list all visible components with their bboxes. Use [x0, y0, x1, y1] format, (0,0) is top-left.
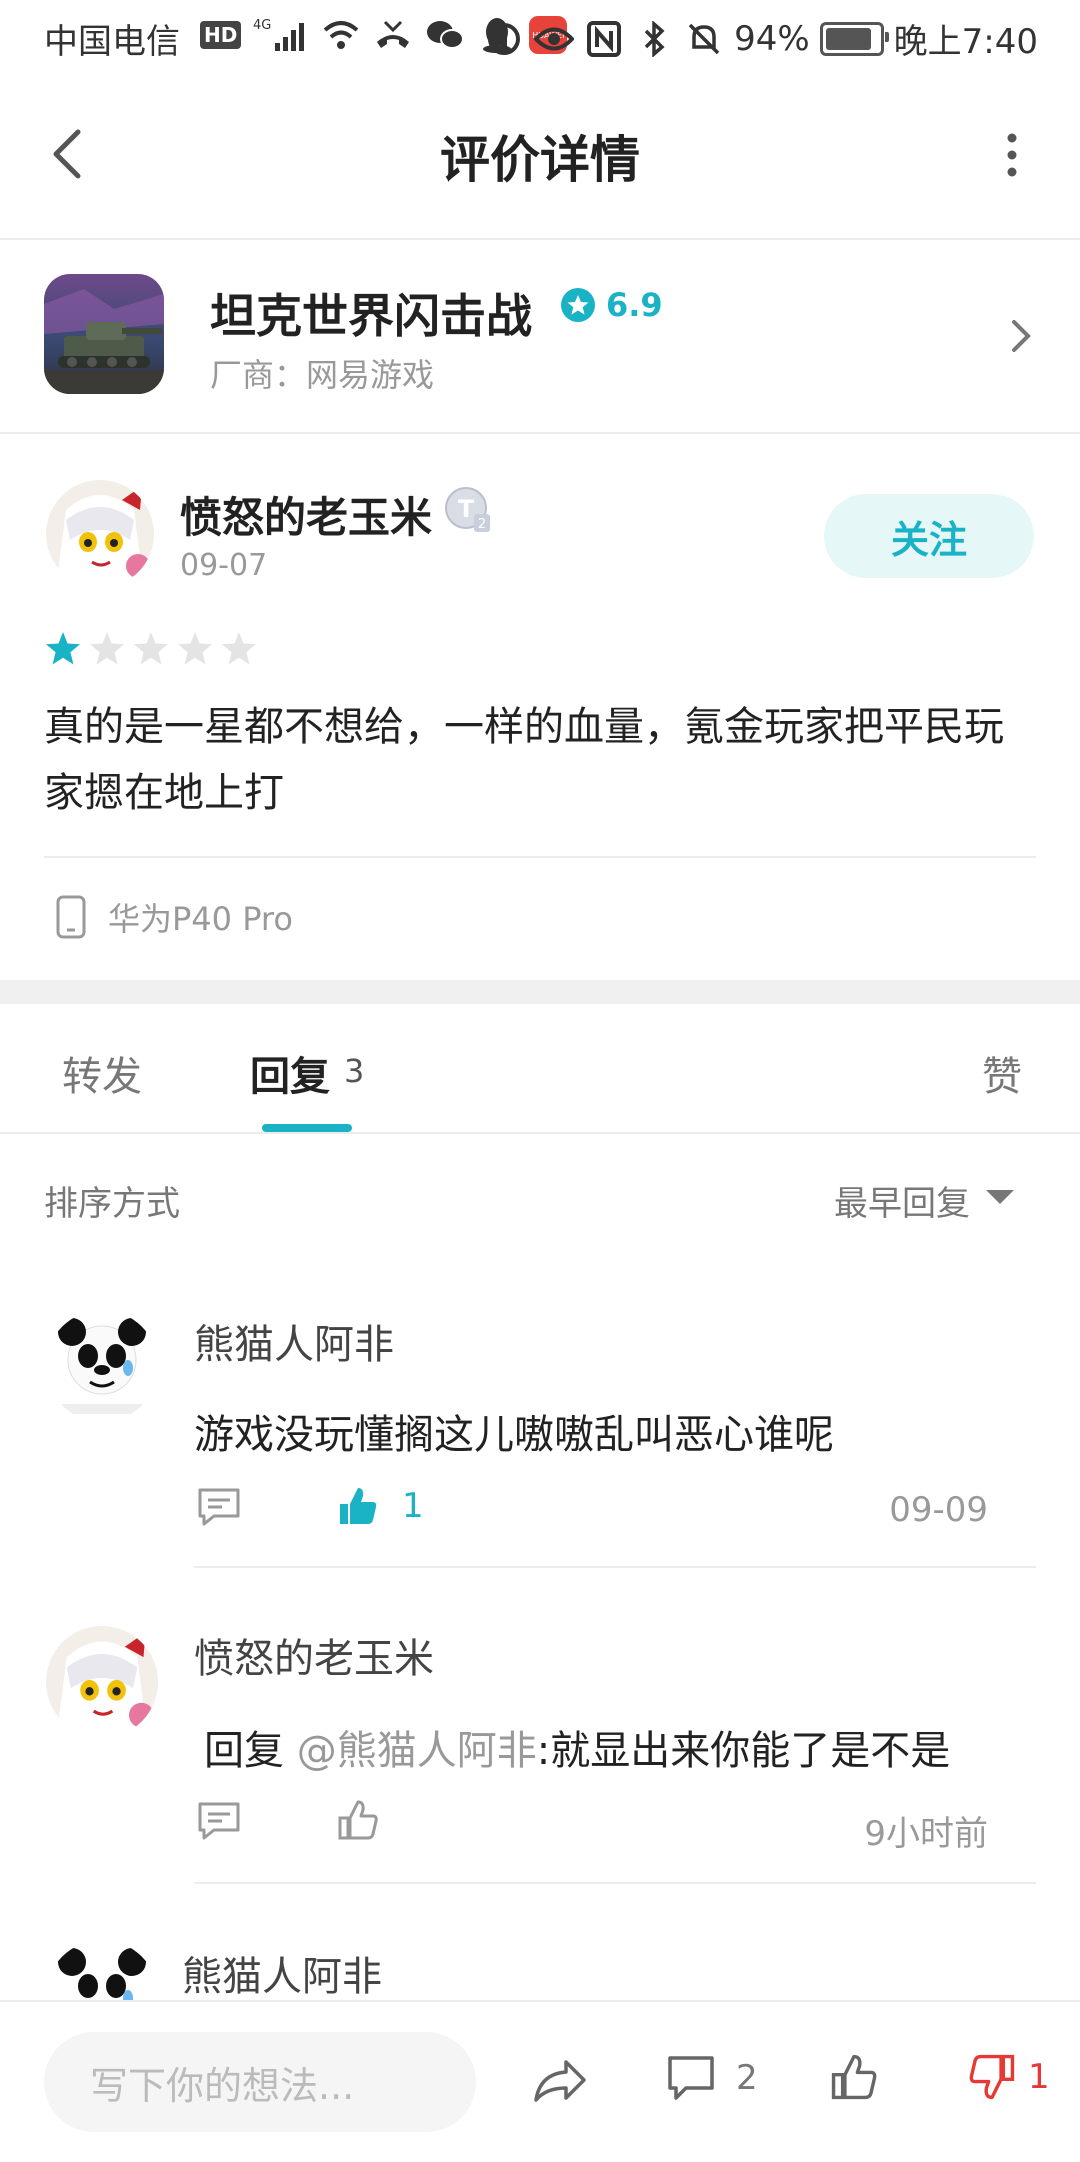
svg-text:2: 2 [478, 517, 486, 532]
wechat-icon [425, 15, 465, 55]
vendor-label: 厂商：网易游戏 [210, 356, 435, 394]
nfc-icon [584, 19, 624, 59]
sort-dropdown[interactable]: 最早回复 [834, 1176, 970, 1225]
active-tab-indicator [262, 1124, 352, 1132]
comment-button[interactable]: 2 [666, 2054, 758, 2102]
hd-icon: HD [200, 21, 242, 49]
review-text: 真的是一星都不想给，一样的血量，氪金玩家把平民玩家摁在地上打 [44, 704, 1004, 816]
reply-text: 游戏没玩懂搁这儿嗷嗷乱叫恶心谁呢 [194, 1412, 834, 1458]
divider [0, 1132, 1080, 1134]
reply-time: 9小时前 [864, 1814, 988, 1854]
page-title: 评价详情 [440, 131, 640, 189]
tab-reply-count: 3 [344, 1052, 365, 1090]
divider [44, 856, 1036, 858]
comment-icon [198, 1802, 240, 1840]
reviewer-name[interactable]: 愤怒的老玉米 [180, 484, 432, 545]
status-right: 94% 晚上7:40 [484, 14, 1038, 63]
thumbs-down-icon [969, 2054, 1015, 2100]
star-empty-icon [90, 632, 124, 665]
reply-avatar-corn[interactable] [46, 1626, 158, 1738]
reply-time: 09-09 [889, 1490, 988, 1530]
thumbs-up-outline-icon [338, 1800, 378, 1840]
review-stars [44, 630, 258, 668]
star-empty-icon [178, 632, 212, 665]
rating-star-icon [561, 288, 595, 322]
dislike-button[interactable]: 1 [966, 2052, 1050, 2102]
comment-bubble-icon [668, 2056, 714, 2100]
sort-label: 排序方式 [44, 1184, 180, 1224]
section-separator [0, 980, 1080, 1004]
share-arrow-icon [534, 2060, 586, 2102]
thumbs-up-outline-icon [831, 2054, 877, 2100]
top-app-bar: 评价详情 [0, 72, 1080, 240]
caret-down-icon[interactable] [986, 1190, 1014, 1204]
review-date: 09-07 [180, 548, 268, 583]
divider [194, 1566, 1036, 1568]
level-badge-icon: T2 [444, 486, 492, 534]
data-saver-icon [484, 19, 524, 59]
like-button[interactable] [828, 2052, 880, 2106]
wifi-icon [321, 15, 361, 55]
phone-icon [56, 895, 86, 939]
bluetooth-icon [634, 19, 674, 59]
reply-comment-button[interactable] [196, 1486, 242, 1532]
rating-value: 6.9 [606, 286, 663, 324]
missed-call-icon [373, 15, 413, 55]
game-name: 坦克世界闪击战 [210, 289, 532, 343]
network-type-label: 4G [253, 18, 271, 33]
status-bar: 中国电信 HD 4G HUAWEI 94% 晚上7:40 [0, 0, 1080, 72]
device-label: 华为P40 Pro [108, 900, 293, 938]
comment-input[interactable]: 写下你的想法... [44, 2032, 476, 2132]
game-summary-row[interactable]: 坦克世界闪击战 6.9 厂商：网易游戏 [0, 240, 1080, 434]
reply-comment-button[interactable] [196, 1800, 242, 1846]
carrier-label: 中国电信 [44, 22, 180, 62]
battery-percent: 94% [734, 18, 810, 59]
svg-text:T: T [458, 495, 475, 523]
star-empty-icon [134, 632, 168, 665]
dislike-count: 1 [1028, 2057, 1050, 2097]
game-rating: 6.9 [560, 286, 663, 324]
more-vertical-icon [1007, 133, 1017, 177]
reply-text: 回复 @熊猫人阿非:就显出来你能了是不是 [204, 1718, 950, 1776]
game-icon [44, 274, 164, 394]
clock: 晚上7:40 [893, 22, 1038, 62]
reply-mention-link[interactable]: @熊猫人阿非 [297, 1728, 537, 1774]
tab-repost[interactable]: 转发 [62, 1044, 142, 1102]
reply-body: :就显出来你能了是不是 [536, 1728, 951, 1774]
signal-icon: 4G [253, 15, 309, 55]
battery-icon [819, 21, 889, 56]
comment-icon [198, 1488, 240, 1526]
eye-comfort-icon [534, 19, 575, 59]
follow-button[interactable]: 关注 [824, 494, 1034, 578]
thumbs-up-icon [340, 1488, 377, 1524]
bottom-action-bar: 写下你的想法... 2 1 [0, 2000, 1080, 2162]
tab-like[interactable]: 赞 [982, 1044, 1022, 1102]
reply-author[interactable]: 愤怒的老玉米 [194, 1626, 434, 1684]
tab-reply[interactable]: 回复 [250, 1044, 330, 1102]
chevron-right-icon [1006, 314, 1036, 358]
reply-like-count: 1 [402, 1486, 424, 1526]
reply-prefix: 回复 [204, 1728, 284, 1774]
reviewer-avatar[interactable] [46, 480, 154, 588]
reply-avatar-panda[interactable] [46, 1310, 158, 1422]
reply-author[interactable]: 熊猫人阿非 [182, 1944, 382, 2002]
reply-like-button[interactable]: 1 [336, 1484, 424, 1528]
comment-count: 2 [736, 2058, 758, 2098]
reply-like-button[interactable] [336, 1798, 380, 1846]
star-filled-icon [46, 632, 80, 665]
mute-icon [684, 19, 724, 59]
more-options-button[interactable] [1004, 130, 1020, 180]
reply-author[interactable]: 熊猫人阿非 [194, 1312, 394, 1370]
star-empty-icon [222, 632, 256, 665]
share-button[interactable] [532, 2056, 588, 2110]
device-row: 华为P40 Pro [56, 894, 293, 940]
divider [194, 1882, 1036, 1884]
